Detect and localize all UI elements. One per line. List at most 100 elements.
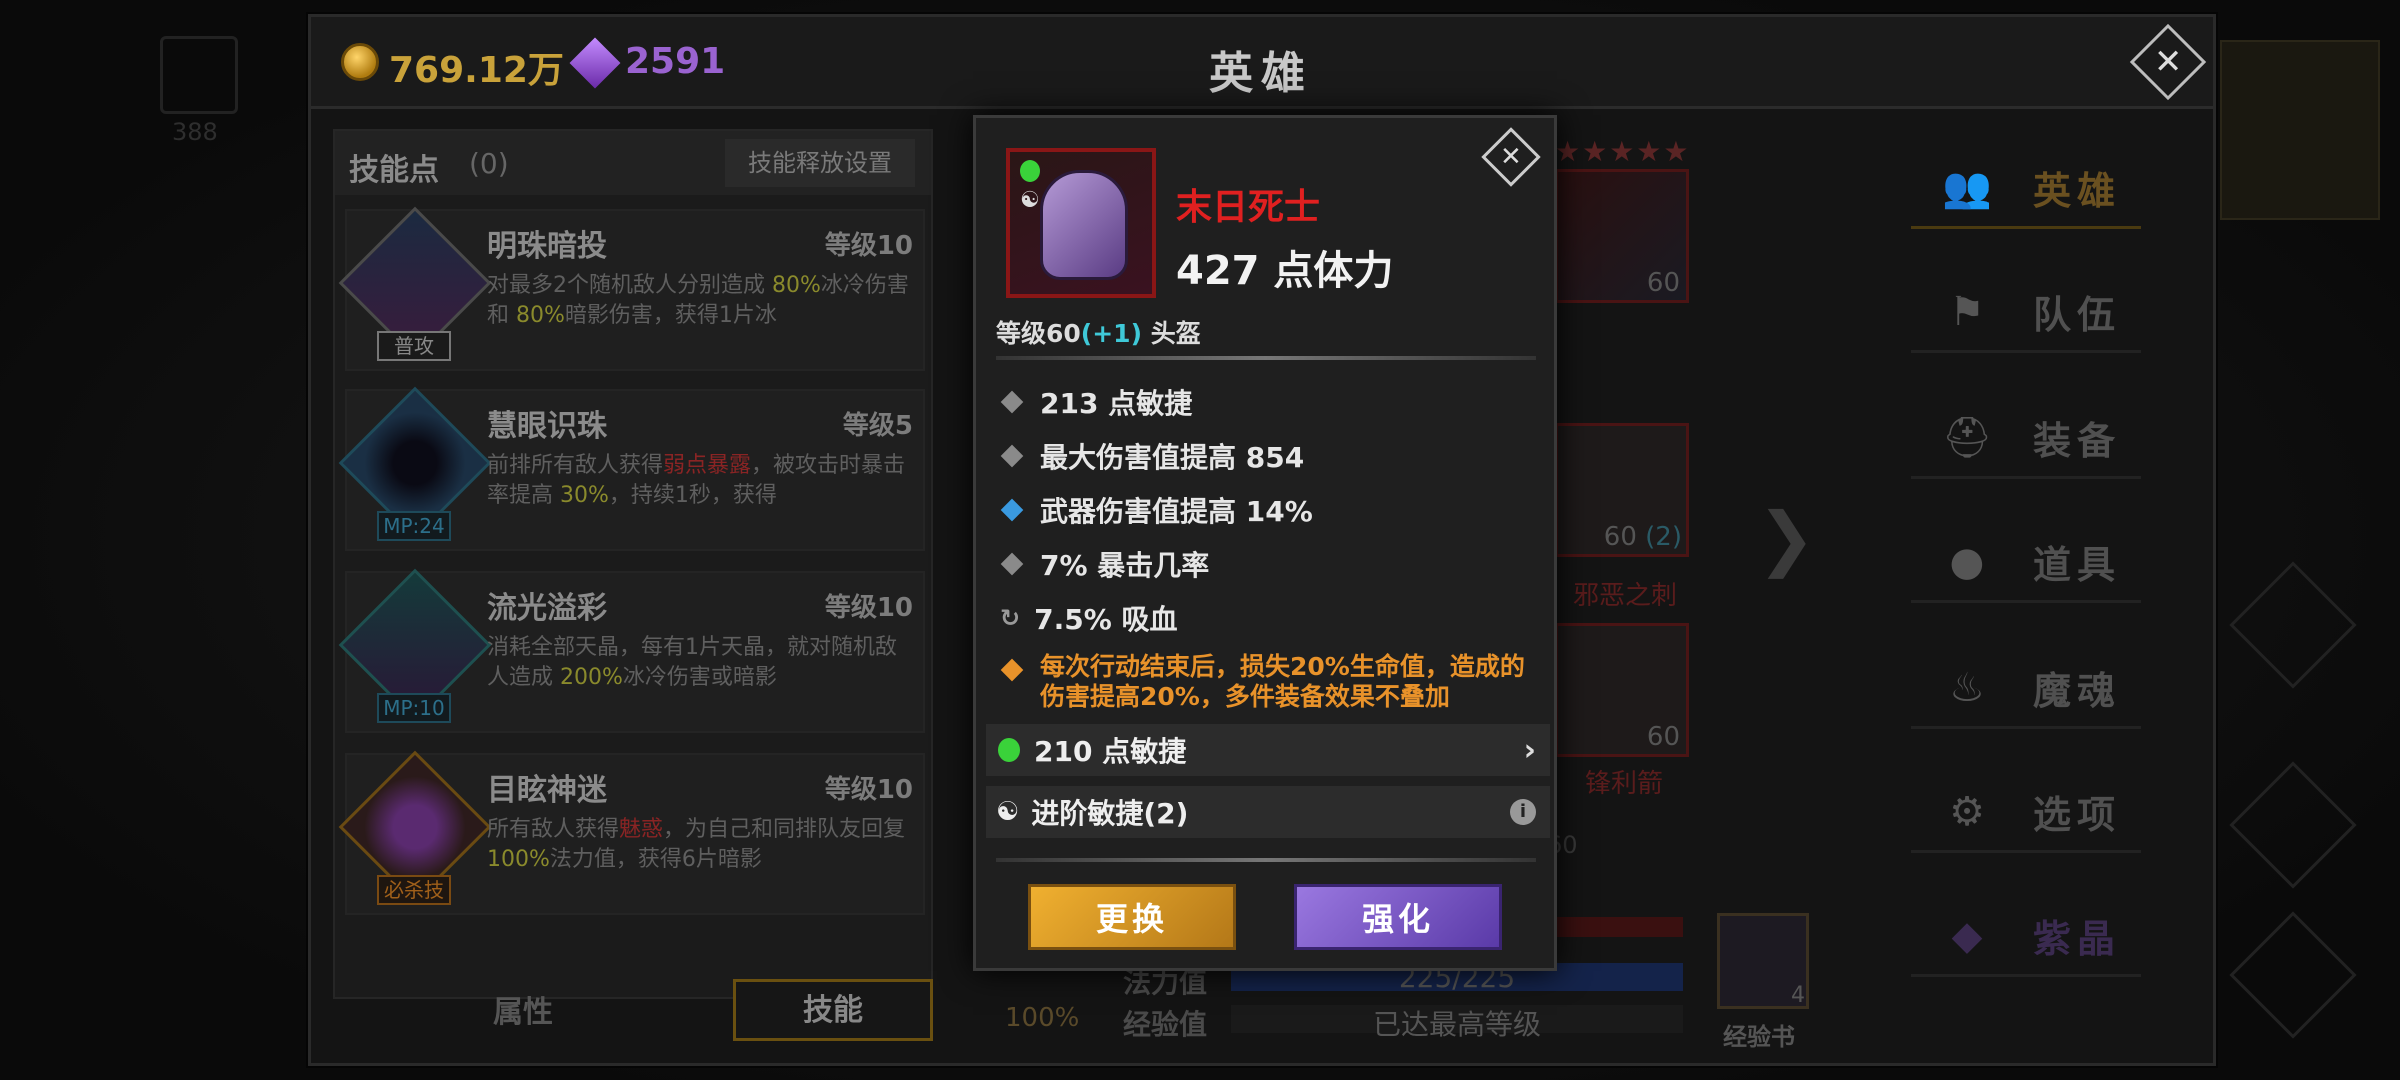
item-detail-popup: ☯ 末日死士 427 点体力 等级60(+1) 头盔 ✕ 213 点敏捷 最大伤… bbox=[973, 115, 1557, 971]
tab-skills[interactable]: 技能 bbox=[733, 979, 933, 1041]
nav-team[interactable]: ⚑ 队伍 bbox=[1911, 273, 2141, 353]
skill-description: 所有敌人获得魅惑，为自己和同排队友回复 100%法力值，获得6片暗影 bbox=[487, 815, 917, 875]
nav-hero[interactable]: 👥 英雄 bbox=[1911, 149, 2141, 229]
skill-tag: 普攻 bbox=[377, 331, 451, 361]
next-arrow[interactable]: ❯ bbox=[1757, 497, 1816, 579]
flame-icon: ♨ bbox=[1949, 664, 1985, 711]
divider bbox=[996, 858, 1536, 862]
stars-rating: ★★★★★ bbox=[1555, 135, 1691, 168]
gem-stat-row[interactable]: 210 点敏捷 › bbox=[986, 724, 1550, 776]
slot-type: 头盔 bbox=[1150, 319, 1201, 348]
green-gem-icon bbox=[1020, 160, 1040, 182]
desc-part: ，持续1秒，获得 bbox=[608, 483, 777, 508]
nav-label: 选项 bbox=[2033, 793, 2122, 837]
skill-name: 明珠暗投 bbox=[487, 229, 607, 264]
gem-icon bbox=[569, 37, 621, 89]
nav-options[interactable]: ⚙ 选项 bbox=[1911, 773, 2141, 853]
divider bbox=[996, 356, 1536, 360]
bullet-icon bbox=[1000, 552, 1024, 576]
desc-highlight: 100% bbox=[487, 847, 550, 872]
close-icon: ✕ bbox=[1500, 141, 1522, 172]
helmet-image-icon bbox=[1040, 170, 1128, 280]
level-plus: (2) bbox=[1645, 522, 1682, 552]
chevron-right-icon: › bbox=[1523, 732, 1536, 768]
close-popup-button[interactable]: ✕ bbox=[1481, 127, 1541, 187]
blue-bullet-icon bbox=[1000, 498, 1024, 522]
special-effect: 每次行动结束后，损失20%生命值，造成的伤害提高20%，多件装备效果不叠加 bbox=[996, 652, 1536, 712]
desc-highlight: 弱点暴露 bbox=[663, 453, 752, 478]
skill-level: 等级10 bbox=[824, 593, 913, 623]
hero-window: 769.12万 2591 英雄 ✕ 技能点 (0) 技能释放设置 普攻 明珠暗投… bbox=[308, 14, 2216, 1066]
stat-text: 武器伤害值提高 14% bbox=[1040, 495, 1313, 528]
bag-icon: ● bbox=[1949, 538, 1985, 585]
stat-line: 武器伤害值提高 14% bbox=[996, 488, 1536, 532]
desc-highlight: 200% bbox=[560, 665, 623, 690]
level-text: 等级60 bbox=[996, 319, 1081, 348]
nav-items[interactable]: ● 道具 bbox=[1911, 523, 2141, 603]
level-plus: (+1) bbox=[1080, 319, 1142, 348]
skill-item[interactable]: 普攻 明珠暗投 等级10 对最多2个随机敌人分别造成 80%冰冷伤害和 80%暗… bbox=[338, 206, 925, 371]
exp-book-count: 4 bbox=[1791, 983, 1805, 1008]
green-gem-icon bbox=[998, 738, 1020, 762]
stat-line: 213 点敏捷 bbox=[996, 380, 1536, 424]
hero-icon: 👥 bbox=[1942, 165, 1992, 211]
gem-icon: ◆ bbox=[1951, 912, 1983, 959]
skill-release-setting-button[interactable]: 技能释放设置 bbox=[725, 139, 915, 187]
nav-equipment[interactable]: ⛑ 装备 bbox=[1911, 399, 2141, 479]
skills-panel: 技能点 (0) 技能释放设置 普攻 明珠暗投 等级10 对最多2个随机敌人分别造… bbox=[333, 129, 933, 999]
advanced-stat-row[interactable]: ☯ 进阶敏捷(2) i bbox=[986, 786, 1550, 838]
special-text: 每次行动结束后，损失20%生命值，造成的伤害提高20%，多件装备效果不叠加 bbox=[1040, 652, 1525, 711]
skill-description: 消耗全部天晶，每有1片天晶，就对随机敌人造成 200%冰冷伤害或暗影 bbox=[487, 633, 917, 693]
exp-book-label: 经验书 bbox=[1723, 1023, 1795, 1051]
item-icon-frame[interactable]: ☯ bbox=[1006, 148, 1156, 298]
tab-attributes[interactable]: 属性 bbox=[433, 985, 613, 1041]
nav-label: 道具 bbox=[2033, 543, 2122, 587]
enhance-button[interactable]: 强化 bbox=[1294, 884, 1502, 950]
slot-level: 60 (2) bbox=[1604, 522, 1682, 552]
skill-item[interactable]: 必杀技 目眩神迷 等级10 所有敌人获得魅惑，为自己和同排队友回复 100%法力… bbox=[338, 750, 925, 915]
skill-points-count: (0) bbox=[469, 147, 509, 180]
nav-soul[interactable]: ♨ 魔魂 bbox=[1911, 649, 2141, 729]
stat-text: 213 点敏捷 bbox=[1040, 387, 1193, 420]
arrow-name: 锋利箭 bbox=[1585, 769, 1664, 799]
desc-highlight: 80% bbox=[516, 303, 565, 328]
nav-amethyst[interactable]: ◆ 紫晶 bbox=[1911, 897, 2141, 977]
desc-part: 法力值，获得6片暗影 bbox=[549, 847, 762, 872]
exp-value: 已达最高等级 bbox=[1372, 1008, 1541, 1041]
desc-part: 所有敌人获得 bbox=[487, 817, 620, 842]
desc-highlight: 30% bbox=[560, 483, 609, 508]
desc-part: 前排所有敌人获得 bbox=[487, 453, 664, 478]
nav-label: 装备 bbox=[2033, 419, 2122, 463]
yin-yang-icon: ☯ bbox=[1020, 188, 1040, 213]
bullet-icon bbox=[1000, 444, 1024, 468]
desc-part: 冰冷伤害或暗影 bbox=[622, 665, 777, 690]
item-name: 末日死士 bbox=[1176, 187, 1321, 228]
skill-tag: MP:24 bbox=[377, 511, 451, 541]
desc-highlight: 魅惑 bbox=[619, 817, 664, 842]
bullet-icon bbox=[1000, 390, 1024, 414]
item-main-stat: 427 点体力 bbox=[1176, 248, 1394, 294]
skill-item[interactable]: MP:24 慧眼识珠 等级5 前排所有敌人获得弱点暴露，被攻击时暴击率提高 30… bbox=[338, 386, 925, 551]
skill-item[interactable]: MP:10 流光溢彩 等级10 消耗全部天晶，每有1片天晶，就对随机敌人造成 2… bbox=[338, 568, 925, 733]
stat-text: 7.5% 吸血 bbox=[1034, 603, 1178, 636]
info-icon[interactable]: i bbox=[1510, 799, 1536, 825]
gear-icon: ⚙ bbox=[1949, 788, 1985, 835]
gold-amount: 769.12万 bbox=[389, 50, 564, 91]
stat-line: 7% 暴击几率 bbox=[996, 542, 1536, 586]
stat-line: 最大伤害值提高 854 bbox=[996, 434, 1536, 478]
gem-stat-text: 210 点敏捷 bbox=[1034, 735, 1187, 768]
desc-part: 暗影伤害，获得1片冰 bbox=[564, 303, 777, 328]
arrow-slot[interactable]: 60 bbox=[1555, 623, 1689, 757]
boots-slot[interactable]: 60 (2) bbox=[1555, 423, 1689, 557]
skill-tag: 必杀技 bbox=[377, 875, 451, 905]
close-window-button[interactable]: ✕ bbox=[2129, 23, 2207, 101]
skill-name: 流光溢彩 bbox=[487, 591, 607, 626]
hero-portrait-slot[interactable]: 60 bbox=[1555, 169, 1689, 303]
replace-button[interactable]: 更换 bbox=[1028, 884, 1236, 950]
stat-line: ↻ 7.5% 吸血 bbox=[996, 596, 1536, 640]
boots-name: 邪恶之刺 bbox=[1573, 581, 1678, 611]
advanced-text: 进阶敏捷(2) bbox=[1031, 797, 1189, 830]
skill-description: 前排所有敌人获得弱点暴露，被攻击时暴击率提高 30%，持续1秒，获得 bbox=[487, 451, 917, 511]
item-level-line: 等级60(+1) 头盔 bbox=[996, 314, 1201, 350]
flag-icon: ⚑ bbox=[1949, 288, 1985, 335]
